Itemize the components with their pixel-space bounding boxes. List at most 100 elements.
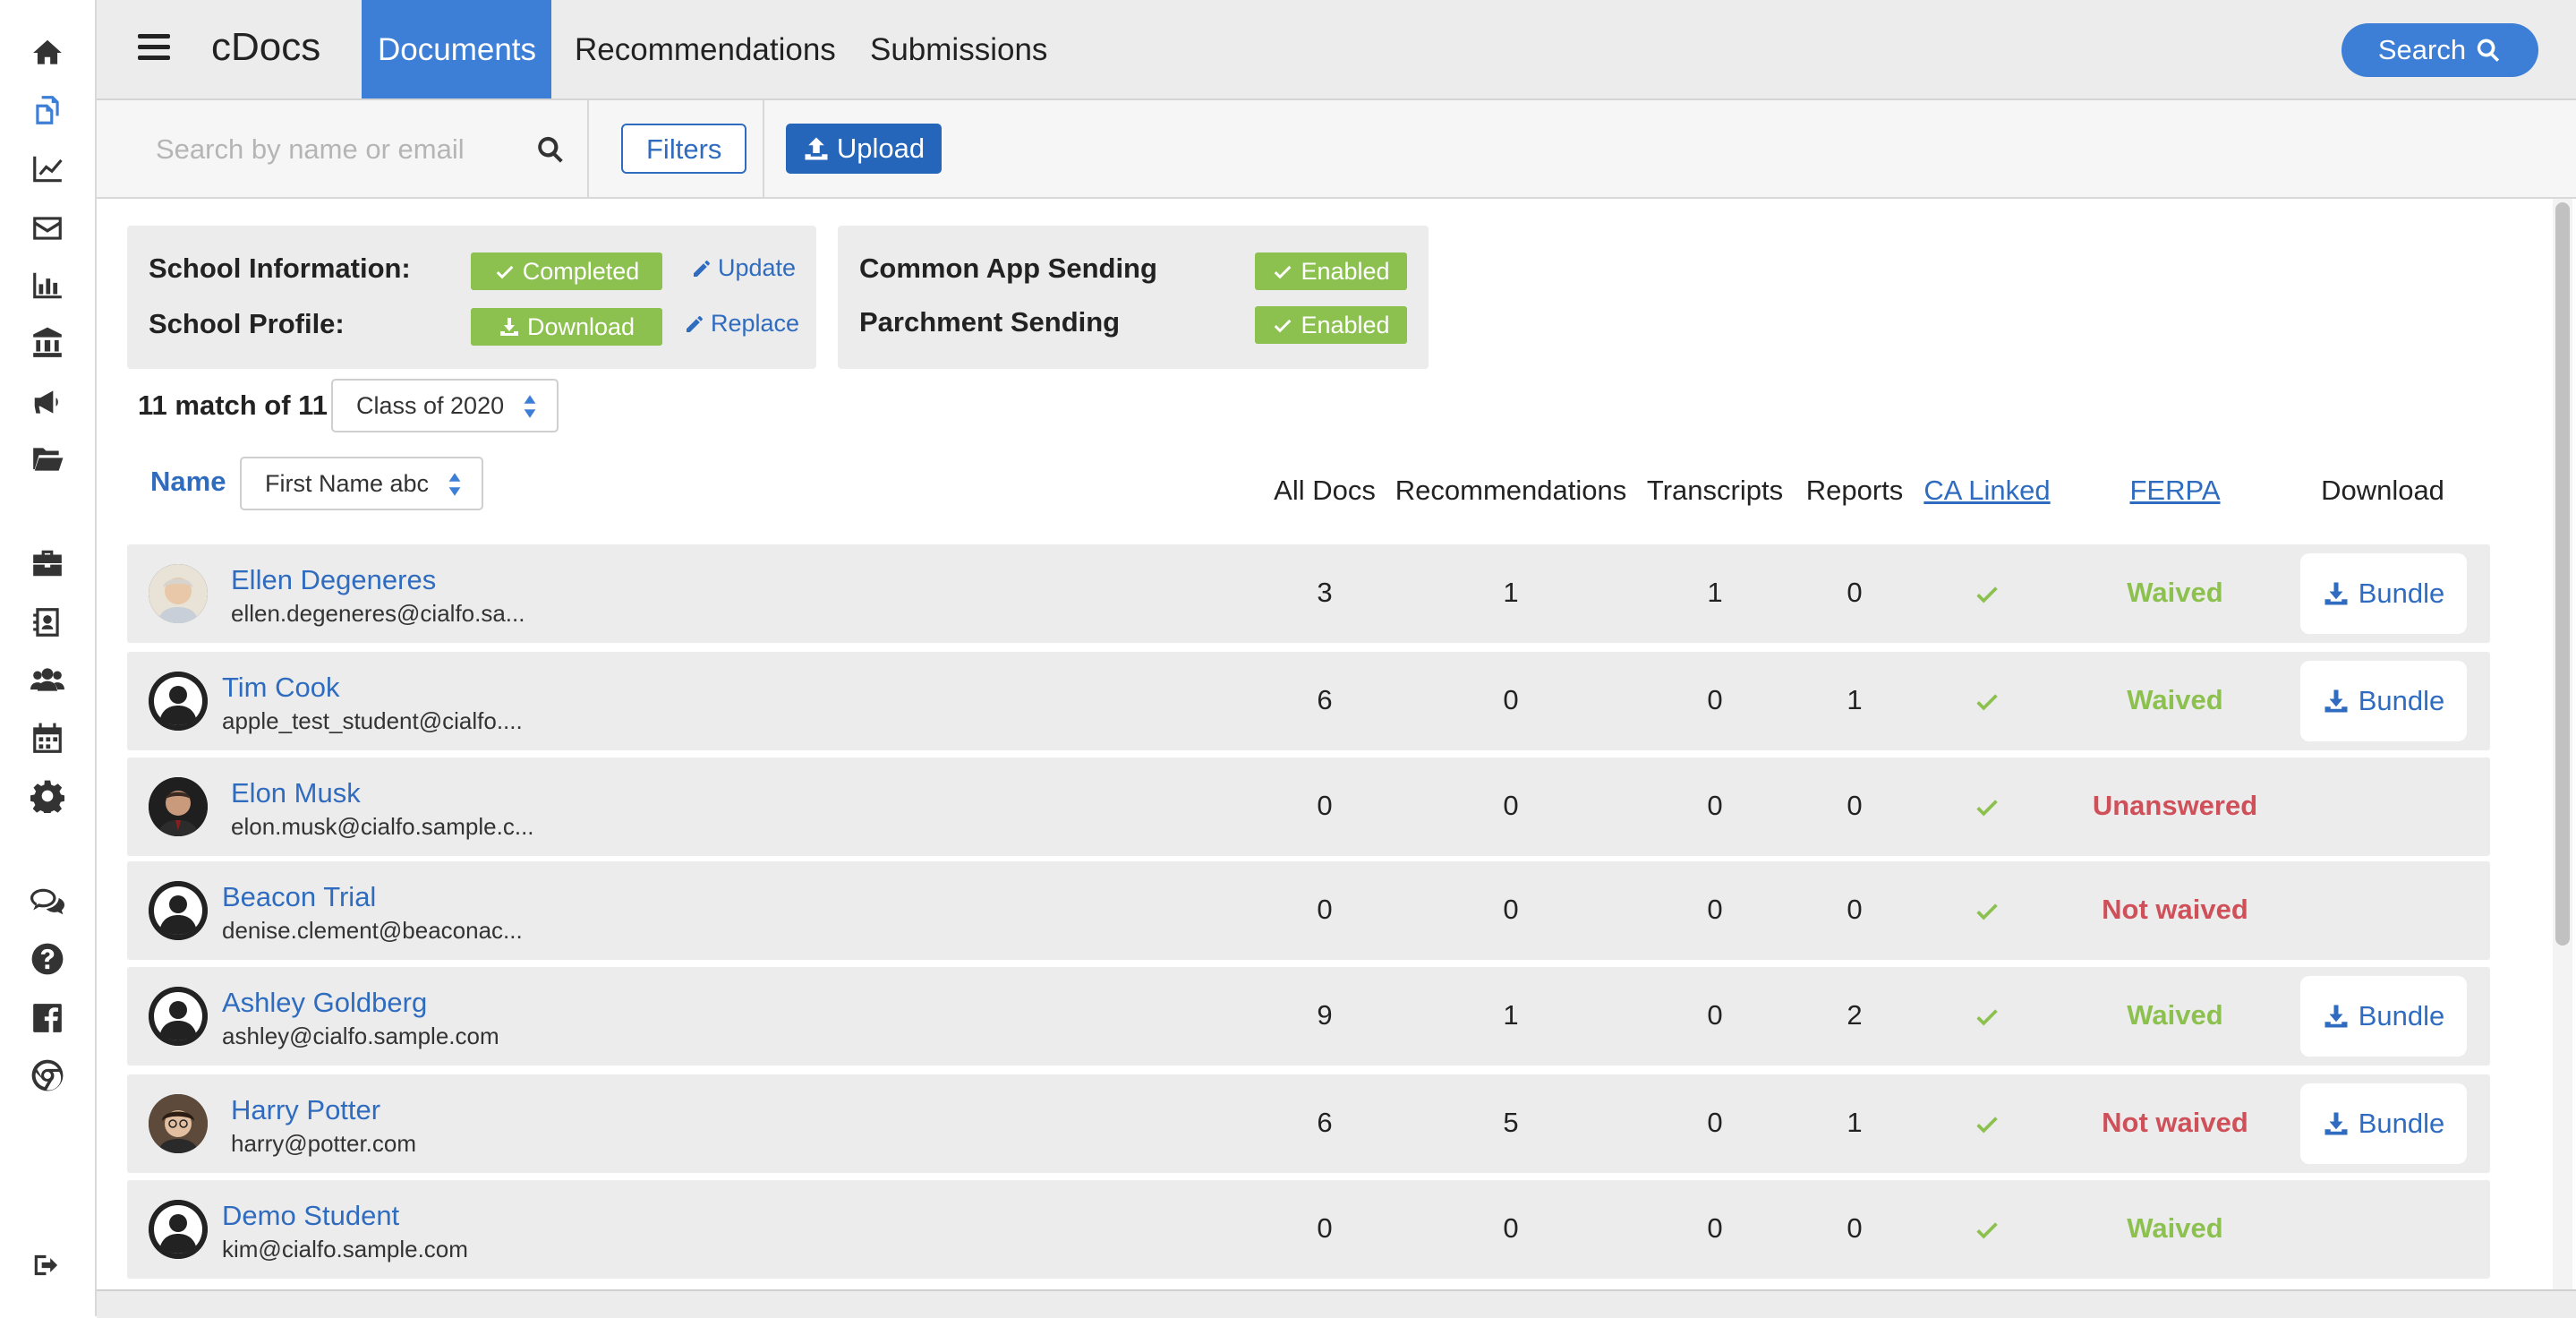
- reports-icon[interactable]: [27, 265, 68, 306]
- tab-documents[interactable]: Documents: [362, 0, 551, 98]
- check-icon: [496, 265, 514, 279]
- institution-icon[interactable]: [27, 322, 68, 364]
- table-row[interactable]: Ellen Degeneres ellen.degeneres@cialfo.sa…: [127, 544, 2490, 643]
- table-row[interactable]: Harry Potter harry@potter.com 6 5 0 1 Not waiv…: [127, 1074, 2490, 1173]
- documents-icon[interactable]: [27, 90, 68, 131]
- replace-school-profile-link[interactable]: Replace: [684, 310, 799, 338]
- download-profile-label: Download: [526, 312, 635, 340]
- bundle-download-button[interactable]: Bundle: [2300, 553, 2467, 634]
- table-row[interactable]: Tim Cook apple_test_student@cialfo.... 6 0 0…: [127, 652, 2490, 750]
- home-icon[interactable]: [27, 32, 68, 73]
- briefcase-icon[interactable]: [27, 543, 68, 584]
- check-icon: [1275, 265, 1292, 279]
- select-arrows-icon: [523, 395, 537, 418]
- bundle-download-button[interactable]: Bundle: [2300, 976, 2467, 1057]
- download-icon: [2324, 1005, 2348, 1028]
- mail-icon[interactable]: [27, 208, 68, 249]
- toolbar-divider: [763, 100, 764, 197]
- calendar-icon[interactable]: [27, 718, 68, 759]
- update-school-info-link[interactable]: Update: [691, 254, 796, 282]
- reports-count: 1: [1847, 1107, 1863, 1138]
- school-info-panel: School Information: Completed Update Sch…: [127, 226, 816, 369]
- upload-button-label: Upload: [836, 133, 925, 164]
- all-docs-count: 0: [1317, 894, 1333, 925]
- analytics-icon[interactable]: [27, 149, 68, 190]
- student-search-input[interactable]: [154, 131, 516, 168]
- upload-icon: [805, 137, 828, 160]
- all-docs-count: 0: [1317, 1212, 1333, 1244]
- table-row[interactable]: Demo Student kim@cialfo.sample.com 0 0 0 0 Wai…: [127, 1180, 2490, 1279]
- users-icon[interactable]: [27, 659, 68, 700]
- table-row[interactable]: Elon Musk elon.musk@cialfo.sample.c... 0 0 0…: [127, 757, 2490, 856]
- bundle-download-button[interactable]: Bundle: [2300, 661, 2467, 741]
- contacts-icon[interactable]: [27, 602, 68, 643]
- upload-button[interactable]: Upload: [786, 124, 942, 174]
- facebook-icon[interactable]: [27, 997, 68, 1039]
- chrome-icon[interactable]: [27, 1055, 68, 1096]
- reports-count: 1: [1847, 684, 1863, 715]
- help-icon[interactable]: [27, 938, 68, 980]
- global-search-button[interactable]: Search: [2341, 23, 2538, 77]
- reports-count: 0: [1847, 1212, 1863, 1244]
- bottom-edge: [97, 1289, 2576, 1318]
- replace-link-label: Replace: [711, 310, 800, 337]
- download-school-profile-button[interactable]: Download: [471, 308, 662, 346]
- ferpa-status: Not waived: [2102, 894, 2248, 925]
- student-name-link[interactable]: Elon Musk: [231, 777, 361, 809]
- avatar: [149, 672, 208, 731]
- download-icon: [2324, 689, 2348, 713]
- recommendations-count: 5: [1503, 1107, 1519, 1138]
- folder-icon[interactable]: [27, 439, 68, 480]
- hamburger-menu-icon[interactable]: [138, 34, 170, 66]
- common-app-status: Enabled: [1301, 257, 1390, 285]
- chat-icon[interactable]: [27, 881, 68, 922]
- ferpa-status: Not waived: [2102, 1107, 2248, 1138]
- check-icon: [1275, 319, 1292, 333]
- column-ferpa[interactable]: FERPA: [2129, 475, 2220, 507]
- table-row[interactable]: Beacon Trial denise.clement@beaconac... 0 0…: [127, 861, 2490, 960]
- all-docs-count: 3: [1317, 577, 1333, 608]
- column-transcripts: Transcripts: [1646, 475, 1784, 506]
- ferpa-status: Waived: [2127, 684, 2223, 715]
- all-docs-count: 9: [1317, 999, 1333, 1031]
- student-email: elon.musk@cialfo.sample.c...: [231, 813, 534, 840]
- transcripts-count: 0: [1707, 684, 1723, 715]
- transcripts-count: 1: [1707, 577, 1723, 608]
- all-docs-count: 6: [1317, 684, 1333, 715]
- student-email: kim@cialfo.sample.com: [222, 1236, 468, 1262]
- search-icon[interactable]: [535, 134, 566, 165]
- all-docs-count: 6: [1317, 1107, 1333, 1138]
- bundle-download-button[interactable]: Bundle: [2300, 1083, 2467, 1164]
- ca-linked-check-icon: [1974, 1003, 2000, 1030]
- tab-submissions[interactable]: Submissions: [854, 0, 1063, 98]
- announcements-icon[interactable]: [27, 381, 68, 423]
- student-name-link[interactable]: Demo Student: [222, 1200, 399, 1232]
- settings-icon[interactable]: [27, 775, 68, 817]
- class-year-select[interactable]: Class of 2020: [331, 379, 559, 432]
- name-column-header[interactable]: Name: [150, 466, 226, 498]
- avatar: [149, 564, 208, 623]
- student-name-link[interactable]: Ashley Goldberg: [222, 987, 427, 1019]
- student-name-link[interactable]: Harry Potter: [231, 1094, 380, 1126]
- column-ca-linked[interactable]: CA Linked: [1923, 475, 2050, 507]
- student-email: ellen.degeneres@cialfo.sa...: [231, 600, 525, 627]
- transcripts-count: 0: [1707, 999, 1723, 1031]
- pencil-icon: [687, 315, 703, 332]
- filters-button[interactable]: Filters: [621, 124, 747, 174]
- scrollbar-thumb[interactable]: [2555, 202, 2570, 946]
- ferpa-status: Waived: [2127, 1212, 2223, 1244]
- student-name-link[interactable]: Beacon Trial: [222, 881, 376, 913]
- table-row[interactable]: Ashley Goldberg ashley@cialfo.sample.com 9…: [127, 967, 2490, 1066]
- top-navigation-bar: cDocs Documents Recommendations Submissi…: [97, 0, 2576, 100]
- logout-icon[interactable]: [27, 1245, 68, 1286]
- common-app-sending-label: Common App Sending: [859, 252, 1157, 284]
- tab-recommendations[interactable]: Recommendations: [559, 0, 852, 98]
- student-name-link[interactable]: Tim Cook: [222, 672, 339, 704]
- download-icon: [499, 318, 518, 336]
- student-name-link[interactable]: Ellen Degeneres: [231, 564, 436, 596]
- common-app-status-badge: Enabled: [1255, 252, 1407, 290]
- name-sort-select[interactable]: First Name abc: [240, 457, 483, 510]
- ferpa-status: Waived: [2127, 999, 2223, 1031]
- recommendations-count: 0: [1503, 894, 1519, 925]
- ferpa-status: Waived: [2127, 577, 2223, 608]
